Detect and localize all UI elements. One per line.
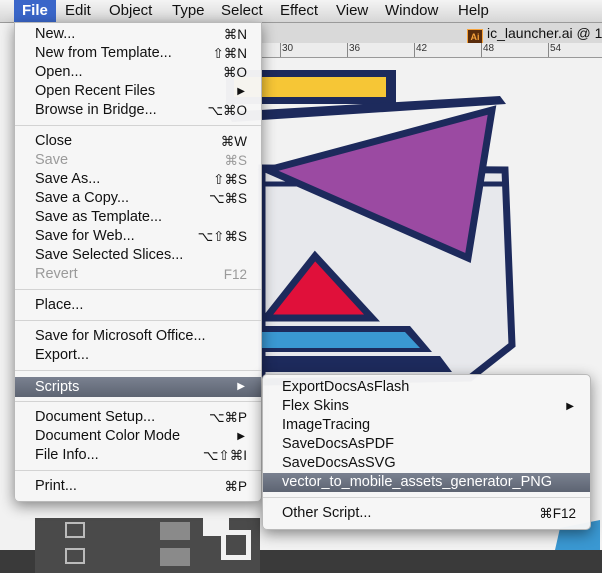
menu-separator [15, 470, 261, 471]
menu-separator [15, 289, 261, 290]
submenu-arrow-icon: ▶ [237, 431, 245, 442]
submenu-arrow-icon: ▶ [237, 381, 245, 392]
menu-item-document-setup[interactable]: Document Setup... ⌥⌘P [15, 408, 261, 427]
menu-item-save-template[interactable]: Save as Template... [15, 208, 261, 227]
script-item-image-tracing[interactable]: ImageTracing [263, 416, 590, 435]
menu-item-new-from-template[interactable]: New from Template... ⇧⌘N [15, 44, 261, 63]
swatch[interactable] [160, 522, 190, 540]
menu-edit[interactable]: Edit [57, 0, 99, 22]
menu-item-scripts[interactable]: Scripts ▶ [15, 377, 261, 397]
menu-type[interactable]: Type [164, 0, 213, 22]
menu-item-document-color-mode[interactable]: Document Color Mode ▶ [15, 427, 261, 446]
tool-icon[interactable] [65, 548, 85, 564]
menu-separator [15, 370, 261, 371]
menu-file[interactable]: File [14, 0, 56, 22]
menu-item-save: Save ⌘S [35, 152, 247, 168]
script-item-flex-skins[interactable]: Flex Skins ▶ [263, 397, 590, 416]
menu-item-save-copy[interactable]: Save a Copy... ⌥⌘S [15, 189, 261, 208]
submenu-arrow-icon: ▶ [237, 86, 245, 97]
menu-effect[interactable]: Effect [272, 0, 326, 22]
navy-stripe [262, 356, 452, 372]
menu-item-file-info[interactable]: File Info... ⌥⇧⌘I [15, 446, 261, 465]
menu-item-place[interactable]: Place... [15, 296, 261, 315]
menu-item-new[interactable]: New... ⌘N [15, 25, 261, 44]
menu-select[interactable]: Select [213, 0, 271, 22]
menu-item-revert: Revert F12 [35, 266, 247, 282]
scripts-submenu: ExportDocsAsFlash Flex Skins ▶ ImageTraci… [262, 374, 591, 530]
menu-item-save-slices[interactable]: Save Selected Slices... [15, 246, 261, 265]
submenu-arrow-icon: ▶ [566, 401, 574, 412]
script-item-export-docs-as-flash[interactable]: ExportDocsAsFlash [263, 378, 590, 397]
menu-help[interactable]: Help [450, 0, 497, 22]
menu-window[interactable]: Window [377, 0, 446, 22]
menu-item-open-recent[interactable]: Open Recent Files ▶ [15, 82, 261, 101]
menu-item-save-ms-office[interactable]: Save for Microsoft Office... [15, 327, 261, 346]
script-item-vector-to-mobile-assets[interactable]: vector_to_mobile_assets_generator_PNG [263, 473, 590, 492]
menu-item-open[interactable]: Open... ⌘O [15, 63, 261, 82]
menu-item-print[interactable]: Print... ⌘P [15, 477, 261, 496]
script-item-save-docs-as-svg[interactable]: SaveDocsAsSVG [263, 454, 590, 473]
menu-bar: File Edit Object Type Select Effect View… [0, 0, 602, 23]
menu-separator [15, 125, 261, 126]
menu-item-close[interactable]: Close ⌘W [15, 132, 261, 151]
tool-icon[interactable] [65, 522, 85, 538]
menu-item-save-for-web[interactable]: Save for Web... ⌥⇧⌘S [15, 227, 261, 246]
menu-object[interactable]: Object [101, 0, 160, 22]
menu-separator [263, 497, 590, 498]
menu-item-export[interactable]: Export... [15, 346, 261, 365]
stroke-swatch[interactable] [221, 530, 251, 560]
script-item-save-docs-as-pdf[interactable]: SaveDocsAsPDF [263, 435, 590, 454]
swatch[interactable] [160, 548, 190, 566]
menu-item-browse-bridge[interactable]: Browse in Bridge... ⌥⌘O [15, 101, 261, 120]
script-item-other-script[interactable]: Other Script... ⌘F12 [263, 504, 590, 523]
menu-separator [15, 320, 261, 321]
menu-item-save-as[interactable]: Save As... ⇧⌘S [15, 170, 261, 189]
menu-separator [15, 401, 261, 402]
tool-panel [35, 518, 260, 573]
file-menu: New... ⌘N New from Template... ⇧⌘N Open...… [14, 22, 262, 502]
menu-view[interactable]: View [328, 0, 376, 22]
blue-stripe [262, 332, 420, 348]
